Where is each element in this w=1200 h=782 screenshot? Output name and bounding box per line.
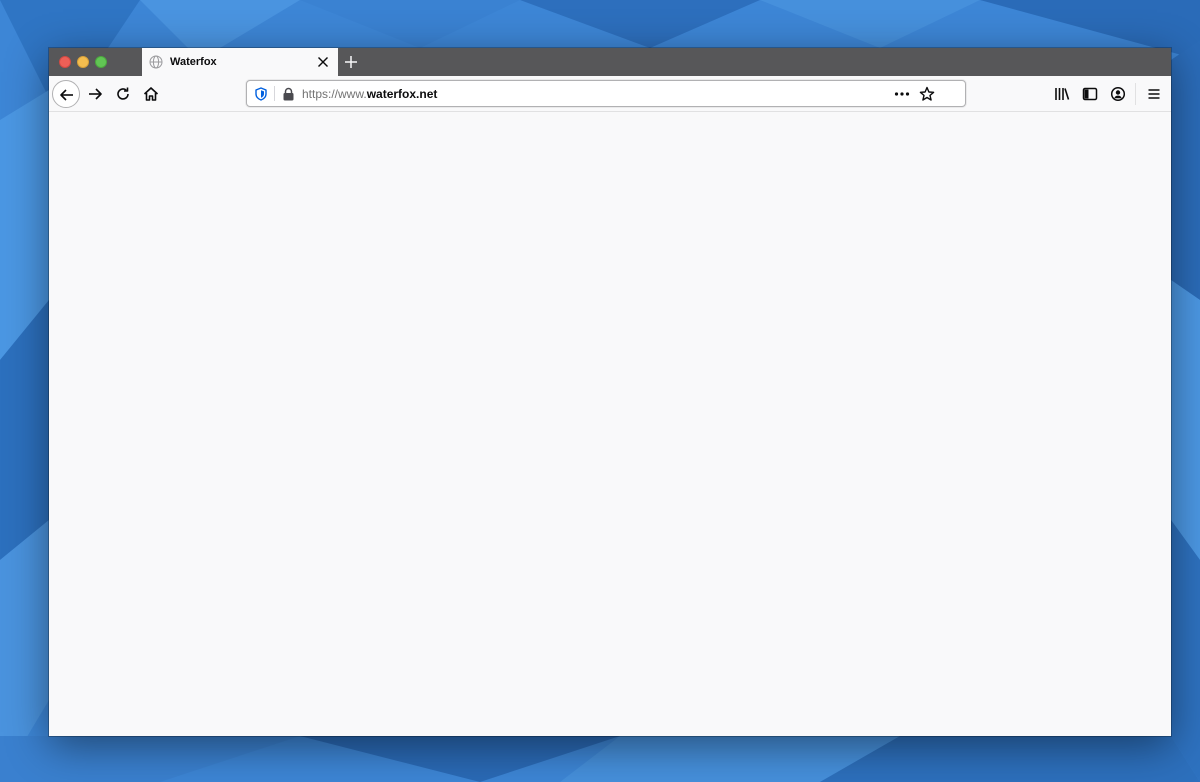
star-icon[interactable]	[919, 86, 935, 102]
window-maximize-button[interactable]	[95, 56, 107, 68]
tab-waterfox[interactable]: Waterfox	[142, 48, 338, 76]
sidebar-icon[interactable]	[1082, 86, 1098, 102]
url-host: waterfox.net	[366, 87, 438, 101]
lock-icon[interactable]	[282, 87, 295, 101]
url-text[interactable]: https://www.waterfox.net	[302, 87, 437, 101]
plus-icon[interactable]	[344, 55, 358, 69]
window-minimize-button[interactable]	[77, 56, 89, 68]
navigation-toolbar: https://www.waterfox.net	[49, 76, 1171, 112]
window-close-button[interactable]	[59, 56, 71, 68]
back-button[interactable]	[52, 80, 80, 108]
shield-icon[interactable]	[254, 87, 268, 101]
url-bar[interactable]: https://www.waterfox.net	[246, 80, 966, 107]
account-icon[interactable]	[1110, 86, 1126, 102]
hamburger-menu-icon[interactable]	[1146, 86, 1162, 102]
more-icon[interactable]	[894, 87, 910, 101]
urlbar-separator	[274, 86, 275, 101]
close-icon[interactable]	[316, 55, 330, 69]
toolbar-separator	[1135, 83, 1136, 105]
globe-icon	[149, 55, 163, 69]
tab-title: Waterfox	[170, 56, 217, 68]
arrow-left-icon	[60, 89, 73, 101]
reload-icon[interactable]	[115, 86, 131, 102]
library-icon[interactable]	[1054, 86, 1070, 102]
browser-window: Waterfox https://www.waterfox.net	[49, 48, 1171, 736]
home-icon[interactable]	[143, 86, 159, 102]
page-content-area[interactable]	[49, 112, 1171, 736]
arrow-right-icon[interactable]	[87, 86, 103, 102]
tab-bar: Waterfox	[49, 48, 1171, 76]
url-scheme: https://www.	[302, 87, 367, 101]
